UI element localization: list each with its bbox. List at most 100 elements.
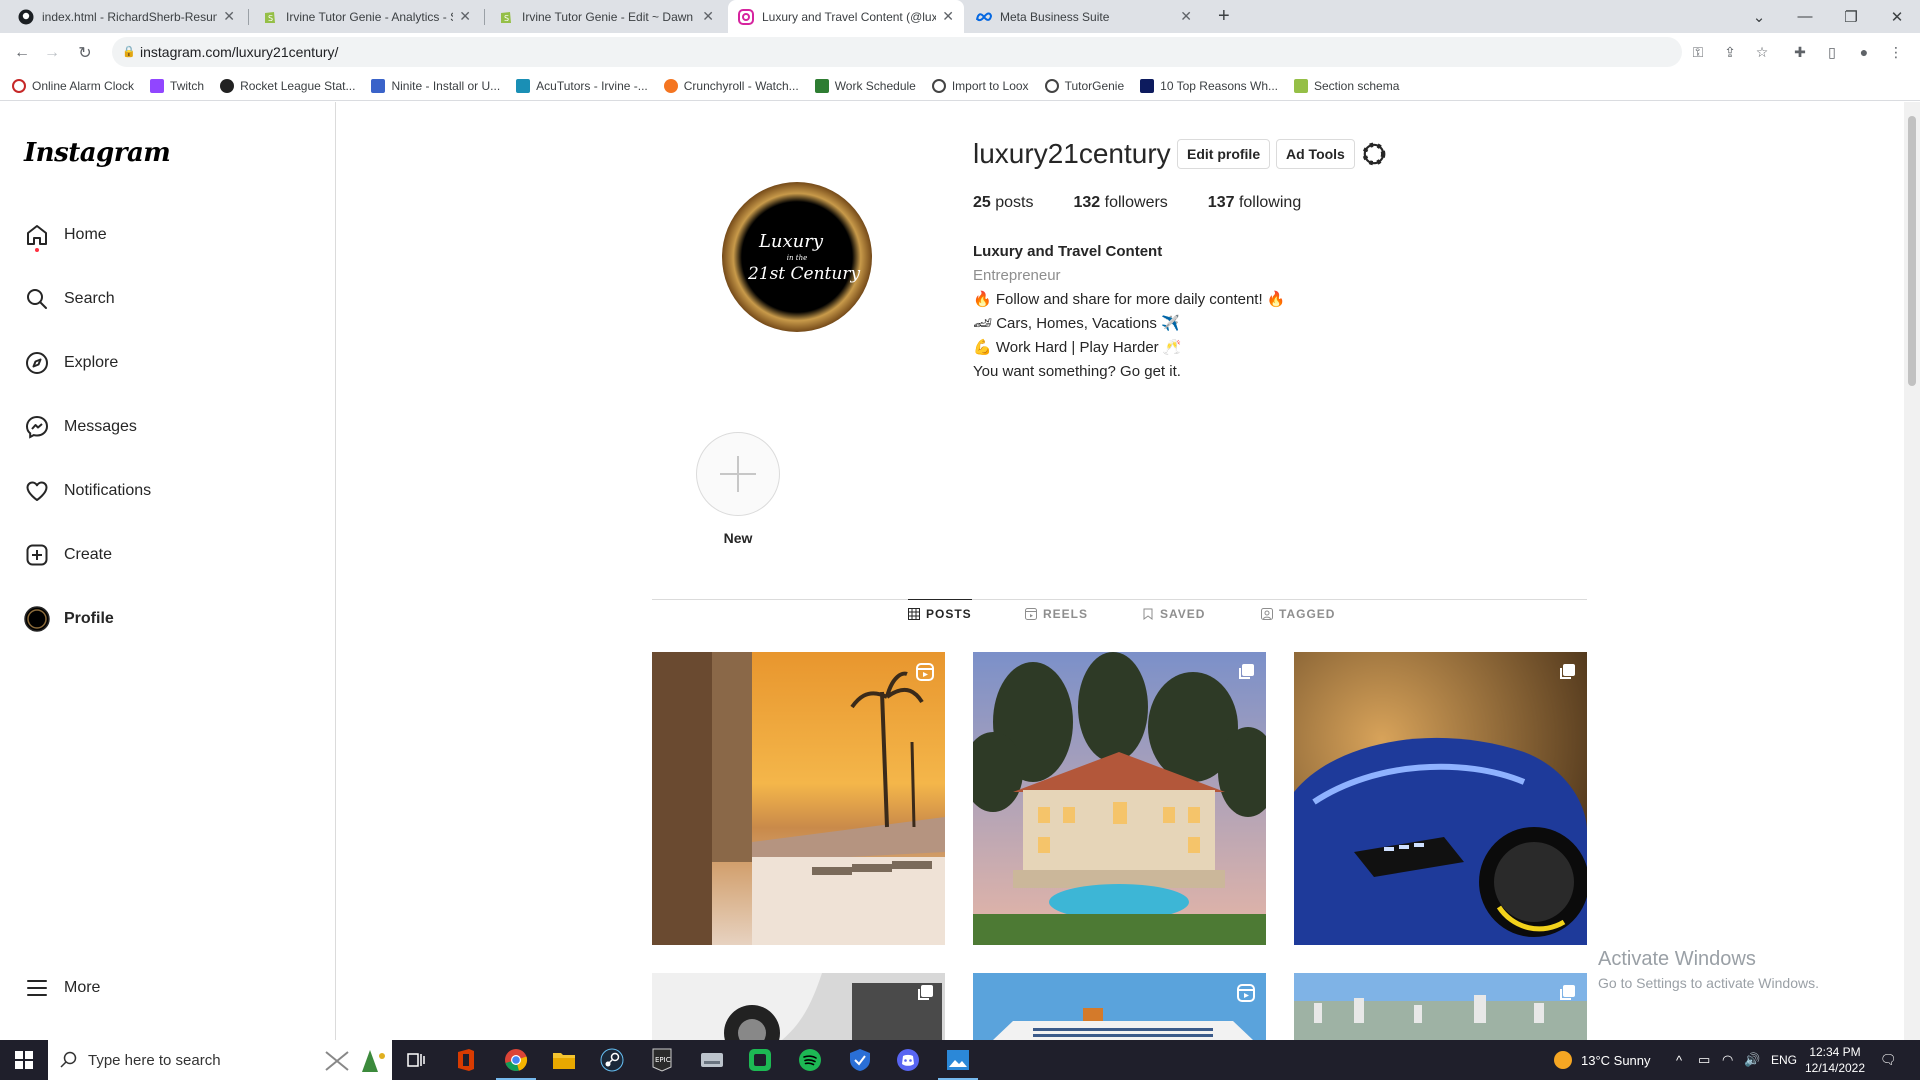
avatar-text-line2: in the bbox=[786, 253, 808, 262]
arrow-right-icon: → bbox=[44, 44, 60, 61]
sidebar-item-profile[interactable]: Profile bbox=[12, 595, 312, 643]
minimize-button[interactable]: — bbox=[1782, 0, 1828, 33]
bookmark-twitch[interactable]: Twitch bbox=[150, 78, 204, 93]
taskbar-app-green[interactable] bbox=[746, 1046, 774, 1074]
post-thumbnail-city[interactable] bbox=[1294, 973, 1587, 1040]
sidebar-item-search[interactable]: Search bbox=[12, 275, 312, 323]
show-hidden-icons[interactable]: ^ bbox=[1676, 1040, 1682, 1080]
bookmark-ninite[interactable]: Ninite - Install or U... bbox=[371, 78, 500, 93]
scissors-tree-icon bbox=[325, 1050, 385, 1072]
volume-icon[interactable]: 🔊 bbox=[1744, 1040, 1760, 1080]
profile-avatar[interactable]: Luxury in the 21st Century bbox=[722, 182, 872, 332]
shield-icon bbox=[850, 1049, 870, 1071]
close-tab-icon[interactable]: ✕ bbox=[459, 8, 471, 25]
close-window-button[interactable]: ✕ bbox=[1874, 0, 1920, 33]
extensions-icon[interactable]: ✚ bbox=[1790, 42, 1810, 62]
bookmark-acututors[interactable]: AcuTutors - Irvine -... bbox=[516, 78, 648, 93]
tab-tagged[interactable]: TAGGED bbox=[1261, 600, 1335, 628]
edit-profile-button[interactable]: Edit profile bbox=[1177, 139, 1271, 169]
new-tab-button[interactable]: + bbox=[1208, 0, 1242, 33]
bookmark-section-schema[interactable]: Section schema bbox=[1294, 78, 1399, 93]
browser-tab-meta[interactable]: Meta Business Suite ✕ bbox=[966, 0, 1202, 33]
post-thumbnail-mansion[interactable] bbox=[973, 652, 1266, 945]
reload-button[interactable]: ↻ bbox=[71, 39, 99, 67]
post-thumbnail-car-interior[interactable] bbox=[652, 973, 945, 1040]
followers-stat[interactable]: 132 followers bbox=[1074, 194, 1168, 212]
browser-tab-shopify-analytics[interactable]: S Irvine Tutor Genie - Analytics - Sh ✕ bbox=[252, 0, 481, 33]
share-icon[interactable]: ⇪ bbox=[1720, 42, 1740, 62]
tab-label: SAVED bbox=[1160, 607, 1206, 621]
sidebar-more-button[interactable]: More bbox=[12, 964, 312, 1012]
browser-tab-shopify-edit[interactable]: S Irvine Tutor Genie - Edit ~ Dawn ✕ bbox=[488, 0, 724, 33]
tab-posts[interactable]: POSTS bbox=[908, 599, 972, 628]
network-icon[interactable]: ◠ bbox=[1722, 1040, 1733, 1080]
tab-separator bbox=[484, 9, 485, 25]
star-icon[interactable]: ☆ bbox=[1752, 42, 1772, 62]
taskbar-app-epic-games[interactable]: EPIC bbox=[648, 1046, 676, 1074]
notification-center-icon[interactable]: 🗨 bbox=[1880, 1040, 1897, 1080]
restore-icon: ❐ bbox=[1844, 8, 1858, 26]
bookmark-tutorgenie[interactable]: TutorGenie bbox=[1044, 78, 1124, 93]
bookmark-10-top-reasons[interactable]: 10 Top Reasons Wh... bbox=[1140, 78, 1278, 93]
instagram-logo[interactable]: Instagram bbox=[24, 138, 171, 168]
sidebar-item-create[interactable]: Create bbox=[12, 531, 312, 579]
menu-dots-icon[interactable]: ⋮ bbox=[1886, 42, 1906, 62]
browser-tab-github[interactable]: index.html - RichardSherb-Resum ✕ bbox=[8, 0, 245, 33]
taskbar-app-file-explorer[interactable] bbox=[550, 1046, 578, 1074]
taskbar-app-office[interactable] bbox=[452, 1046, 480, 1074]
search-icon bbox=[24, 286, 50, 312]
taskbar-app-rocket-league[interactable] bbox=[846, 1046, 874, 1074]
post-thumbnail-cruise-ship[interactable] bbox=[973, 973, 1266, 1040]
weather-widget[interactable]: 13°C Sunny bbox=[1553, 1040, 1651, 1080]
forward-button[interactable]: → bbox=[38, 39, 66, 67]
back-button[interactable]: ← bbox=[8, 39, 36, 67]
task-view-button[interactable] bbox=[402, 1046, 430, 1074]
tab-reels[interactable]: REELS bbox=[1025, 600, 1088, 628]
close-tab-icon[interactable]: ✕ bbox=[942, 8, 954, 25]
bookmark-rocket-league[interactable]: Rocket League Stat... bbox=[220, 78, 355, 93]
minimize-icon: — bbox=[1797, 8, 1813, 25]
close-tab-icon[interactable]: ✕ bbox=[1180, 8, 1192, 25]
post-thumbnail-sunset-pool[interactable] bbox=[652, 652, 945, 945]
taskbar-app-steam[interactable] bbox=[598, 1046, 626, 1074]
restore-button[interactable]: ❐ bbox=[1828, 0, 1874, 33]
language-indicator[interactable]: ENG bbox=[1771, 1040, 1797, 1080]
taskbar-app-discord[interactable] bbox=[894, 1046, 922, 1074]
side-panel-icon[interactable]: ▯ bbox=[1822, 42, 1842, 62]
profile-icon[interactable]: ● bbox=[1854, 42, 1874, 62]
close-tab-icon[interactable]: ✕ bbox=[702, 8, 714, 25]
posts-stat: 25 posts bbox=[973, 194, 1034, 211]
ad-tools-button[interactable]: Ad Tools bbox=[1276, 139, 1355, 169]
profile-bio: Luxury and Travel Content Entrepreneur 🔥… bbox=[973, 240, 1286, 384]
taskbar-app-spotify[interactable] bbox=[796, 1046, 824, 1074]
page-scrollbar[interactable] bbox=[1904, 102, 1920, 1040]
shopify-icon: S bbox=[265, 11, 275, 23]
taskbar-app-chrome[interactable] bbox=[496, 1046, 536, 1080]
sidebar-item-notifications[interactable]: Notifications bbox=[12, 467, 312, 515]
sidebar-item-explore[interactable]: Explore bbox=[12, 339, 312, 387]
taskbar-clock[interactable]: 12:34 PM 12/14/2022 bbox=[1800, 1044, 1870, 1076]
settings-icon[interactable] bbox=[1361, 141, 1387, 167]
bookmark-work-schedule[interactable]: Work Schedule bbox=[814, 78, 916, 93]
address-bar[interactable]: 🔒 instagram.com/luxury21century/ bbox=[112, 37, 1682, 67]
meet-now-icon[interactable]: ▭ bbox=[1698, 1040, 1710, 1080]
taskbar-app-drive[interactable] bbox=[698, 1046, 726, 1074]
close-tab-icon[interactable]: ✕ bbox=[223, 8, 235, 25]
following-stat[interactable]: 137 following bbox=[1208, 194, 1301, 212]
browser-tab-instagram[interactable]: Luxury and Travel Content (@luxu ✕ bbox=[728, 0, 964, 33]
tab-search-button[interactable]: ⌄ bbox=[1736, 0, 1782, 33]
sidebar-item-messages[interactable]: Messages bbox=[12, 403, 312, 451]
bookmark-import-to-loox[interactable]: Import to Loox bbox=[931, 78, 1029, 93]
key-icon[interactable]: ⚿ bbox=[1688, 42, 1708, 62]
taskbar-app-photos[interactable] bbox=[938, 1046, 978, 1080]
scrollbar-thumb[interactable] bbox=[1908, 116, 1916, 386]
new-highlight-button[interactable]: New bbox=[696, 432, 780, 546]
sidebar-item-home[interactable]: Home bbox=[12, 211, 312, 259]
arrow-left-icon: ← bbox=[14, 44, 30, 61]
bookmark-online-alarm-clock[interactable]: Online Alarm Clock bbox=[12, 78, 134, 93]
svg-text:S: S bbox=[504, 14, 509, 23]
post-thumbnail-supercar[interactable] bbox=[1294, 652, 1587, 945]
start-button[interactable] bbox=[0, 1040, 48, 1080]
tab-saved[interactable]: SAVED bbox=[1142, 600, 1205, 628]
bookmark-crunchyroll[interactable]: Crunchyroll - Watch... bbox=[663, 78, 799, 93]
